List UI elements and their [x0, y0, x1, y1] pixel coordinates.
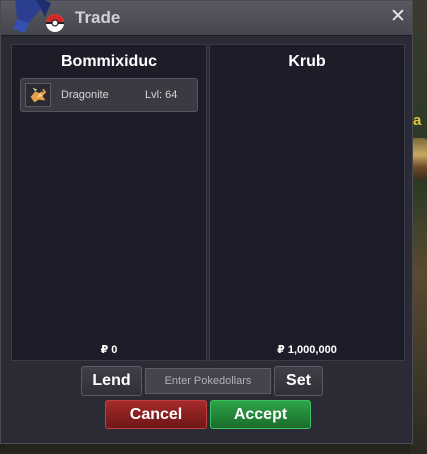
pokemon-name: Dragonite: [61, 89, 109, 101]
background-text-fragment: a: [413, 112, 422, 129]
set-money-button[interactable]: Set: [274, 366, 323, 396]
partner-offered-money: ₽ 1,000,000: [277, 344, 337, 356]
accept-button[interactable]: Accept: [210, 400, 311, 429]
my-offered-money: ₽ 0: [100, 344, 118, 356]
offered-pokemon-item[interactable]: Dragonite Lvl: 64: [20, 78, 198, 112]
partner-offer-panel: Krub ₽ 1,000,000: [209, 44, 405, 361]
title-bar[interactable]: Trade ✕: [1, 0, 412, 36]
dragonite-sprite-icon: [25, 83, 51, 107]
partner-player-name: Krub: [288, 53, 326, 70]
lend-button[interactable]: Lend: [81, 366, 142, 396]
window-title: Trade: [75, 8, 121, 27]
my-player-name: Bommixiduc: [60, 53, 157, 70]
pokeball-logo-icon: [13, 0, 64, 33]
game-character-sprite: [412, 138, 427, 180]
close-icon: ✕: [390, 6, 406, 27]
pokemon-level: Lvl: 64: [145, 89, 178, 101]
my-offer-panel: Bommixiduc Dragonite Lvl: 64 ₽ 0: [11, 44, 207, 361]
pokedollars-input[interactable]: [145, 368, 271, 394]
close-button[interactable]: ✕: [388, 7, 408, 27]
cancel-button[interactable]: Cancel: [105, 400, 207, 429]
trade-window: Trade ✕ Bommixiduc Dragonite Lvl: 64 ₽ 0…: [0, 0, 413, 444]
